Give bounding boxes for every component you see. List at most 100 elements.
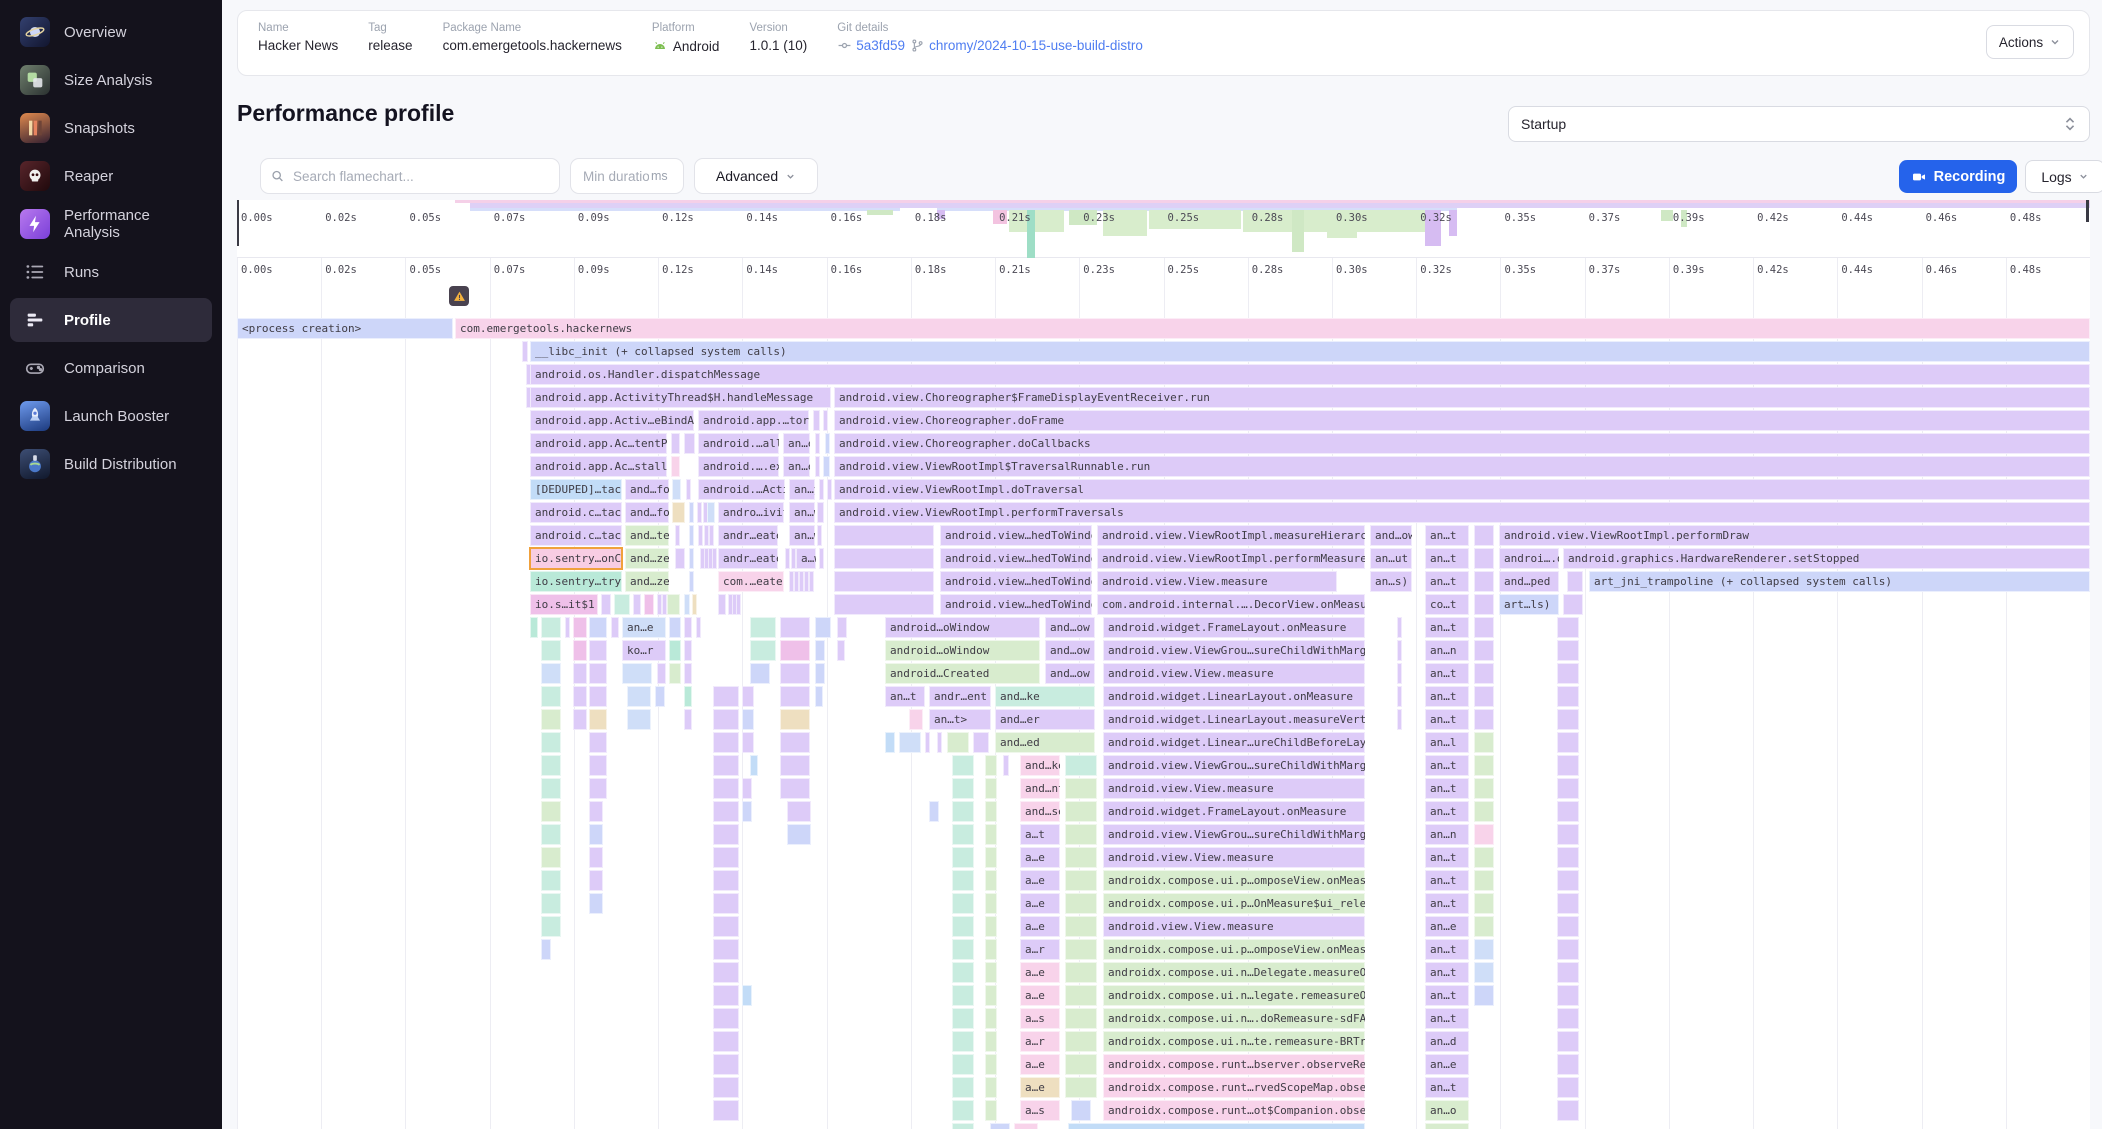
flame-frame[interactable] bbox=[1557, 870, 1579, 891]
flame-frame[interactable] bbox=[952, 870, 974, 891]
flame-frame[interactable] bbox=[1557, 893, 1579, 914]
flame-frame[interactable]: an…w bbox=[789, 502, 815, 523]
flame-frame[interactable] bbox=[1474, 801, 1494, 822]
flame-frame[interactable] bbox=[713, 939, 739, 960]
flame-frame[interactable]: android.view.ViewRootImpl$TraversalRunna… bbox=[834, 456, 2090, 477]
flame-frame[interactable] bbox=[985, 962, 997, 983]
flame-frame[interactable] bbox=[815, 617, 831, 638]
flame-frame[interactable] bbox=[675, 548, 685, 569]
flame-frame[interactable]: a…r bbox=[1020, 939, 1060, 960]
flame-frame[interactable] bbox=[671, 433, 680, 454]
flame-frame[interactable]: android.os.Handler.dispatchMessage bbox=[530, 364, 2090, 385]
flame-frame[interactable] bbox=[1474, 755, 1494, 776]
flame-frame[interactable] bbox=[952, 801, 974, 822]
flame-frame[interactable] bbox=[675, 525, 680, 546]
recording-button[interactable]: Recording bbox=[1899, 160, 2017, 193]
flame-frame[interactable] bbox=[952, 1123, 974, 1129]
flame-frame[interactable] bbox=[742, 778, 752, 799]
flame-frame[interactable]: a…r bbox=[1020, 1031, 1060, 1052]
flame-frame[interactable] bbox=[1474, 525, 1494, 546]
flame-frame[interactable]: andr…eate bbox=[718, 525, 778, 546]
flame-frame[interactable] bbox=[973, 732, 989, 753]
flame-frame[interactable] bbox=[1474, 640, 1494, 661]
flame-frame[interactable]: android…Created bbox=[885, 663, 1040, 684]
flame-frame[interactable] bbox=[667, 594, 680, 615]
flame-frame[interactable] bbox=[689, 525, 694, 546]
flame-frame[interactable] bbox=[1474, 985, 1494, 1006]
flame-frame[interactable]: an…s) bbox=[1370, 571, 1412, 592]
flame-frame[interactable]: android.view…hedToWindow bbox=[940, 548, 1092, 569]
flame-frame[interactable]: and…ze bbox=[625, 571, 669, 592]
flame-frame[interactable] bbox=[1065, 916, 1097, 937]
flame-frame[interactable]: a…e bbox=[1020, 985, 1060, 1006]
flame-frame[interactable]: androidx.compose.ui.n…te.remeasure-BRTry… bbox=[1103, 1031, 1365, 1052]
flame-frame[interactable]: android.view…hedToWindow bbox=[940, 571, 1092, 592]
flame-frame[interactable] bbox=[589, 686, 607, 707]
flame-frame[interactable]: androidx.compose.runt…ot$Companion.obser… bbox=[1103, 1100, 1365, 1121]
flame-frame[interactable]: and…ke bbox=[1020, 755, 1060, 776]
flame-frame[interactable] bbox=[541, 732, 561, 753]
flame-frame[interactable] bbox=[837, 640, 845, 661]
flame-frame[interactable] bbox=[815, 686, 823, 707]
flame-frame[interactable] bbox=[697, 502, 702, 523]
flame-frame[interactable] bbox=[780, 686, 810, 707]
flame-frame[interactable]: android.app.Ac…stallProvider bbox=[530, 456, 667, 477]
flame-frame[interactable]: a…w bbox=[796, 548, 816, 569]
flame-frame[interactable] bbox=[1065, 847, 1097, 868]
flame-frame[interactable] bbox=[589, 870, 603, 891]
flame-frame[interactable] bbox=[713, 778, 739, 799]
flame-frame[interactable] bbox=[1474, 847, 1494, 868]
flame-frame[interactable] bbox=[1474, 778, 1494, 799]
flame-frame[interactable]: android.view.View.measure bbox=[1103, 778, 1365, 799]
flame-frame[interactable] bbox=[1474, 548, 1494, 569]
logs-button[interactable]: Logs bbox=[2025, 160, 2102, 193]
flame-frame[interactable]: android.c…tachInfo bbox=[530, 502, 622, 523]
min-duration-input[interactable] bbox=[581, 168, 651, 185]
flame-frame[interactable]: an…t bbox=[1425, 778, 1469, 799]
flame-frame[interactable] bbox=[669, 663, 681, 684]
flame-frame[interactable] bbox=[1557, 1008, 1579, 1029]
flame-frame[interactable] bbox=[780, 778, 810, 799]
flame-frame[interactable]: an…t bbox=[1425, 847, 1469, 868]
flame-frame[interactable] bbox=[952, 755, 974, 776]
flame-frame[interactable] bbox=[573, 663, 587, 684]
flame-frame[interactable] bbox=[785, 548, 790, 569]
flame-frame[interactable]: android.widget.FrameLayout.onMeasure bbox=[1103, 617, 1365, 638]
flame-frame[interactable] bbox=[713, 847, 739, 868]
flame-frame[interactable] bbox=[742, 709, 754, 730]
actions-button[interactable]: Actions bbox=[1986, 25, 2074, 59]
profile-type-select[interactable]: Startup bbox=[1508, 106, 2090, 142]
flame-frame[interactable]: andro…ivity bbox=[718, 502, 784, 523]
flame-frame[interactable] bbox=[1557, 985, 1579, 1006]
flame-frame[interactable] bbox=[750, 663, 770, 684]
flame-frame[interactable] bbox=[1065, 1031, 1097, 1052]
flame-frame[interactable] bbox=[1065, 962, 1097, 983]
flame-frame[interactable]: android.app.ActivityThread$H.handleMessa… bbox=[530, 387, 831, 408]
flame-frame[interactable] bbox=[985, 893, 997, 914]
branch-link[interactable]: chromy/2024-10-15-use-build-distro bbox=[910, 38, 1143, 53]
flame-frame[interactable] bbox=[541, 755, 561, 776]
flame-frame[interactable]: an…y bbox=[789, 479, 815, 500]
flame-frame[interactable] bbox=[929, 801, 939, 822]
flame-frame[interactable] bbox=[684, 709, 692, 730]
flame-frame[interactable] bbox=[985, 755, 997, 776]
flame-frame[interactable]: and…te bbox=[625, 525, 669, 546]
flame-frame[interactable]: android.view.View.measure bbox=[1103, 847, 1365, 868]
flame-frame[interactable] bbox=[952, 1100, 974, 1121]
flame-frame[interactable] bbox=[657, 663, 666, 684]
flame-frame[interactable] bbox=[684, 617, 692, 638]
flame-frame[interactable]: android.view.ViewGrou…sureChildWithMargi… bbox=[1103, 640, 1365, 661]
flame-frame[interactable] bbox=[689, 571, 694, 592]
sidebar-item-comparison[interactable]: Comparison bbox=[10, 346, 212, 390]
flame-frame[interactable] bbox=[952, 1077, 974, 1098]
flame-frame[interactable] bbox=[1557, 847, 1579, 868]
flame-frame[interactable] bbox=[1474, 939, 1494, 960]
flame-frame[interactable] bbox=[1567, 571, 1583, 592]
flame-frame[interactable]: android.view…hedToWindow bbox=[940, 594, 1092, 615]
flame-frame[interactable] bbox=[1557, 939, 1579, 960]
flame-frame[interactable] bbox=[952, 778, 974, 799]
flame-frame[interactable] bbox=[1557, 755, 1579, 776]
flame-frame[interactable] bbox=[834, 525, 934, 546]
flame-frame[interactable] bbox=[669, 640, 681, 661]
flame-frame[interactable] bbox=[684, 663, 692, 684]
